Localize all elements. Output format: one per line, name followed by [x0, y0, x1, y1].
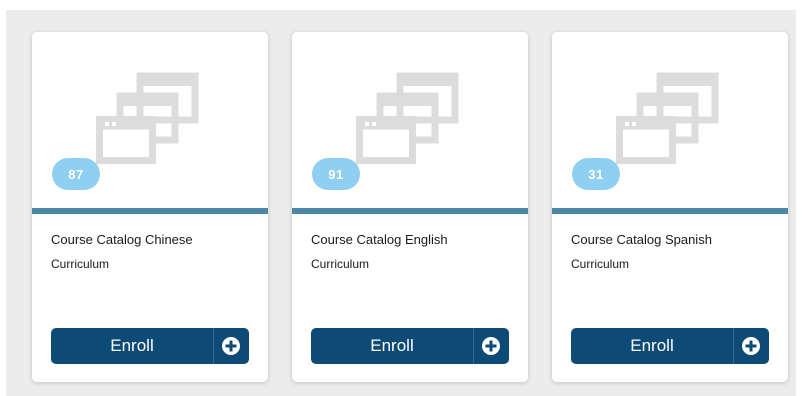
enroll-button[interactable]: Enroll [51, 328, 249, 364]
plus-circle-icon [222, 337, 240, 355]
accent-bar [292, 208, 528, 214]
enroll-button-label: Enroll [370, 336, 414, 355]
course-type: Curriculum [571, 257, 630, 271]
course-image: 87 [32, 32, 268, 208]
plus-circle-icon [482, 337, 500, 355]
course-type: Curriculum [311, 257, 370, 271]
stacked-windows-icon [96, 72, 199, 164]
stacked-windows-icon [356, 72, 459, 164]
course-title: Course Catalog Spanish [571, 232, 712, 247]
button-divider [473, 328, 474, 364]
course-title: Course Catalog English [311, 232, 448, 247]
item-count-badge: 87 [52, 158, 100, 190]
course-title: Course Catalog Chinese [51, 232, 193, 247]
enroll-button-label: Enroll [110, 336, 154, 355]
item-count-badge: 91 [312, 158, 360, 190]
course-card-english[interactable]: 91 Course Catalog English Curriculum Enr… [292, 32, 528, 382]
course-image: 91 [292, 32, 528, 208]
item-count-badge: 31 [572, 158, 620, 190]
course-catalog-panel: 87 Course Catalog Chinese Curriculum Enr… [6, 10, 796, 396]
course-image: 31 [552, 32, 788, 208]
enroll-button-label: Enroll [630, 336, 674, 355]
enroll-button[interactable]: Enroll [571, 328, 769, 364]
button-divider [213, 328, 214, 364]
course-type: Curriculum [51, 257, 110, 271]
button-divider [733, 328, 734, 364]
course-card-spanish[interactable]: 31 Course Catalog Spanish Curriculum Enr… [552, 32, 788, 382]
accent-bar [552, 208, 788, 214]
plus-circle-icon [742, 337, 760, 355]
stacked-windows-icon [616, 72, 719, 164]
course-card-chinese[interactable]: 87 Course Catalog Chinese Curriculum Enr… [32, 32, 268, 382]
accent-bar [32, 208, 268, 214]
enroll-button[interactable]: Enroll [311, 328, 509, 364]
